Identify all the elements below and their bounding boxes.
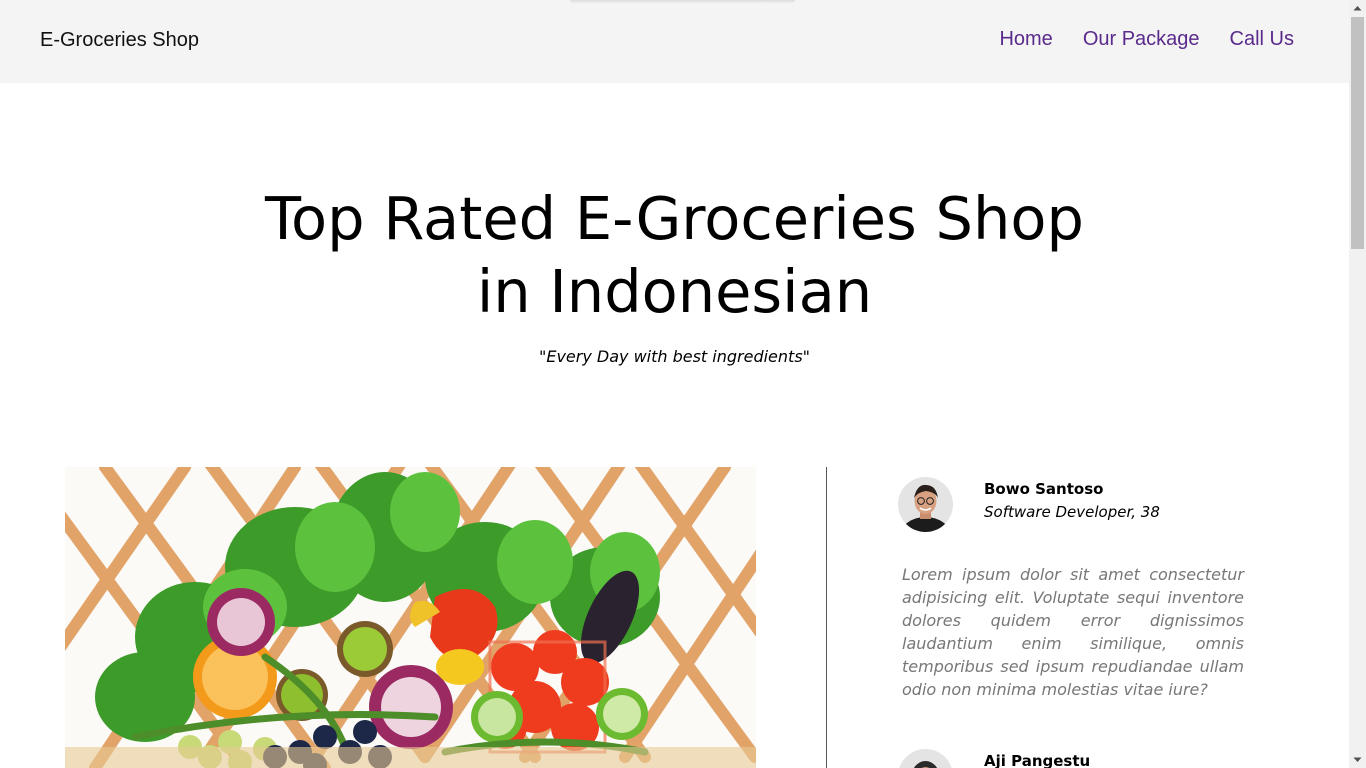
vertical-divider — [826, 467, 827, 768]
testimonial-name: Bowo Santoso — [984, 480, 1104, 498]
produce-basket-image — [65, 467, 756, 768]
hero-title: Top Rated E-Groceries Shop in Indonesian — [0, 182, 1349, 328]
hero-tagline: "Every Day with best ingredients" — [538, 347, 811, 366]
brand-logo-text[interactable]: E-Groceries Shop — [40, 29, 199, 52]
nav-link-home[interactable]: Home — [999, 28, 1052, 51]
nav-link-call-us[interactable]: Call Us — [1230, 28, 1294, 51]
scrollbar-thumb[interactable] — [1351, 17, 1364, 249]
testimonial-name: Aji Pangestu — [984, 752, 1091, 768]
nav-links: Home Our Package Call Us — [999, 28, 1294, 51]
testimonial-role: Software Developer, 38 — [984, 503, 1160, 521]
top-shadow — [570, 0, 795, 3]
testimonial-quote: Lorem ipsum dolor sit amet consectetur a… — [902, 565, 1244, 699]
hero-title-line-1: Top Rated E-Groceries Shop — [265, 184, 1084, 253]
page: E-Groceries Shop Home Our Package Call U… — [0, 0, 1349, 768]
scroll-up-arrow-icon[interactable] — [1349, 0, 1366, 17]
vertical-scrollbar[interactable] — [1349, 0, 1366, 768]
nav-link-our-package[interactable]: Our Package — [1083, 28, 1200, 51]
avatar-bowo-santoso — [898, 477, 953, 532]
avatar-aji-pangestu — [898, 749, 953, 768]
hero-title-line-2: in Indonesian — [476, 257, 873, 326]
scroll-down-arrow-icon[interactable] — [1349, 751, 1366, 768]
navbar: E-Groceries Shop Home Our Package Call U… — [0, 0, 1349, 83]
